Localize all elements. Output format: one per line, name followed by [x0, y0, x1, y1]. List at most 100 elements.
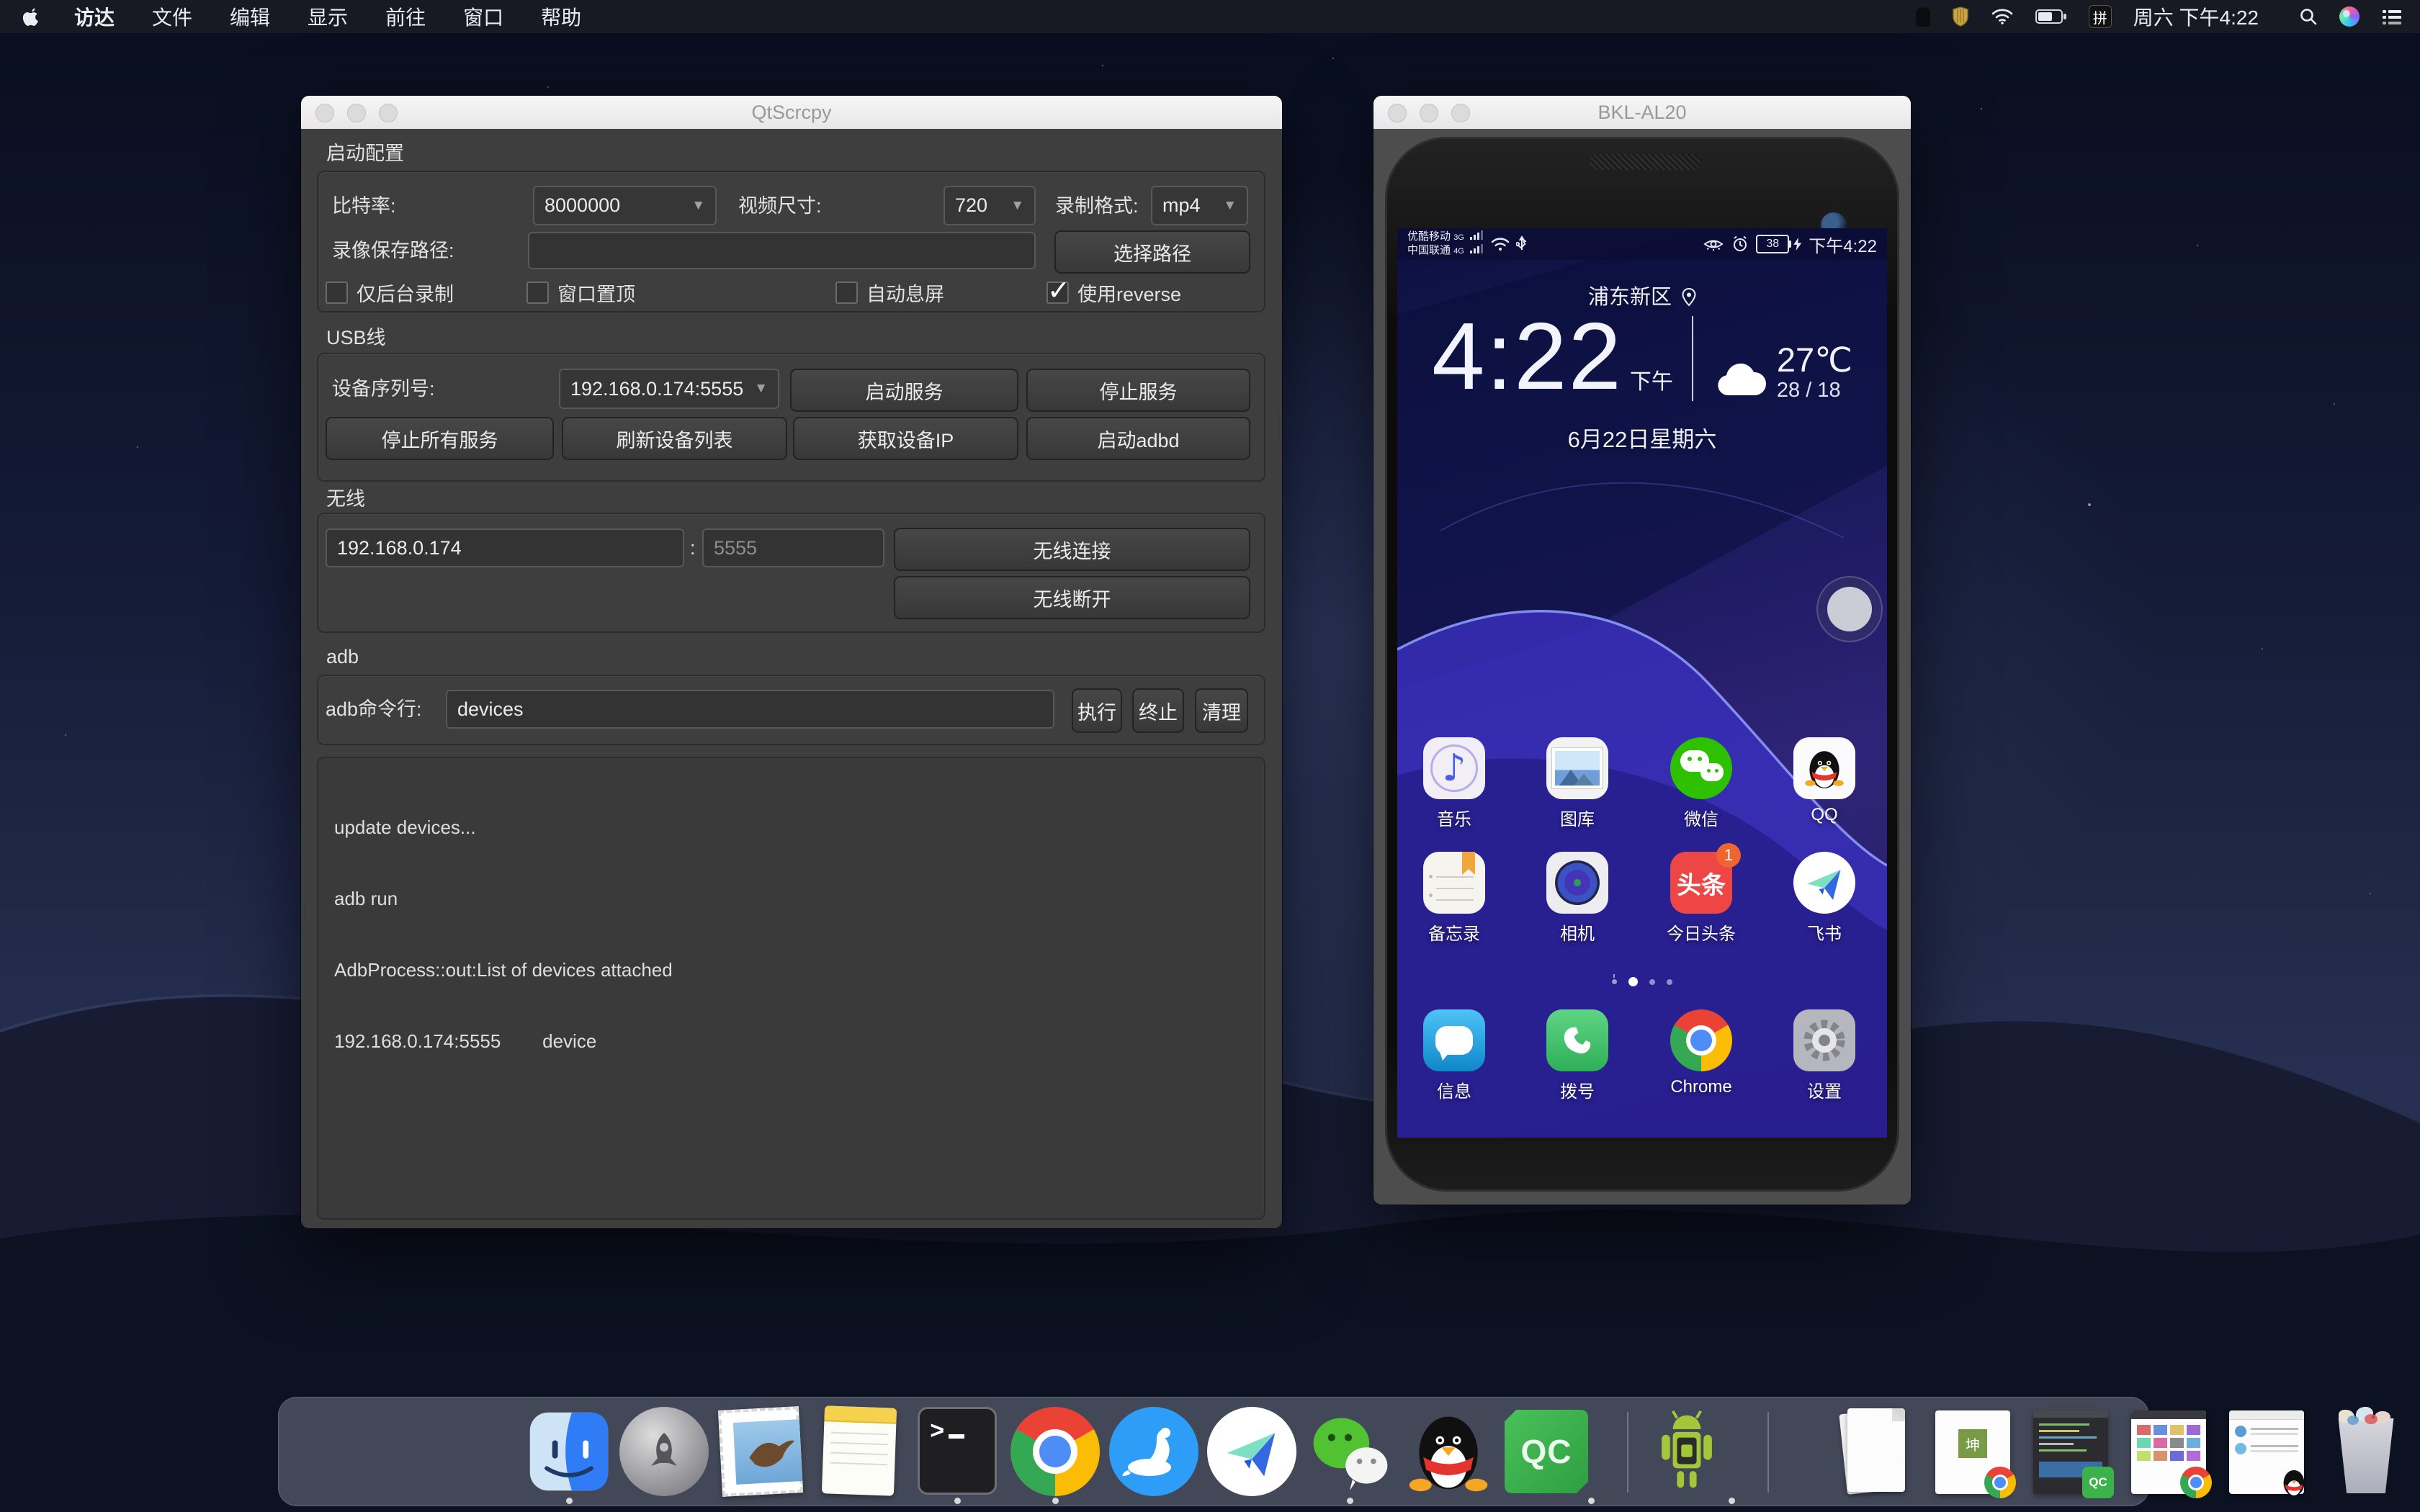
app-feishu[interactable]: 飞书	[1774, 852, 1875, 945]
wireless-ip-input[interactable]	[326, 528, 684, 567]
page-dot	[1649, 979, 1655, 985]
dock-chrome-icon[interactable]	[1010, 1407, 1100, 1496]
notification-badge: 1	[1716, 843, 1741, 868]
notification-app-icon[interactable]	[1916, 7, 1930, 27]
phone-titlebar[interactable]: BKL-AL20	[1373, 96, 1911, 130]
phone-speaker	[1590, 154, 1701, 170]
menu-item-view[interactable]: 显示	[289, 0, 367, 33]
alarm-icon	[1731, 235, 1749, 253]
dock-minimized-browser-window[interactable]	[2131, 1410, 2206, 1494]
terminate-button[interactable]: 终止	[1132, 688, 1184, 733]
choose-path-button[interactable]: 选择路径	[1054, 230, 1250, 274]
wireless-disconnect-button[interactable]: 无线断开	[894, 576, 1250, 619]
search-icon[interactable]	[2299, 7, 2318, 26]
dock-app-messages[interactable]: 信息	[1404, 1009, 1505, 1102]
get-device-ip-button[interactable]: 获取设备IP	[793, 417, 1018, 460]
wireless-connect-button[interactable]: 无线连接	[894, 528, 1250, 571]
app-label: 今日头条	[1651, 919, 1752, 945]
toutiao-glyph: 头条	[1677, 865, 1726, 901]
apple-menu[interactable]	[0, 0, 55, 33]
menu-item-finder[interactable]: 访达	[55, 0, 133, 33]
dock-notes-icon[interactable]	[815, 1407, 904, 1496]
checkbox-window-on-top[interactable]: 窗口置顶	[526, 279, 635, 307]
wireless-port-input[interactable]	[702, 528, 884, 567]
adb-log-output[interactable]: update devices... adb run AdbProcess::ou…	[317, 757, 1265, 1220]
phone-bezel: 优酷移动 3G 中国联通 4G	[1385, 137, 1899, 1192]
stop-service-button[interactable]: 停止服务	[1026, 369, 1250, 412]
assistive-touch-ball[interactable]	[1816, 576, 1883, 642]
close-button[interactable]	[315, 104, 334, 122]
serial-combo[interactable]: 192.168.0.174:5555▼	[559, 369, 779, 409]
dock-trash-icon[interactable]	[2321, 1407, 2411, 1496]
dock-finder-icon[interactable]	[524, 1407, 614, 1496]
dock-minimized-qq-window[interactable]	[2229, 1410, 2304, 1494]
app-camera[interactable]: 相机	[1527, 852, 1628, 945]
stop-all-services-button[interactable]: 停止所有服务	[326, 417, 554, 460]
dock-scrcpy-android-icon[interactable]	[1642, 1407, 1731, 1496]
menubar-clock[interactable]: 周六 下午4:22	[2133, 2, 2259, 31]
checkbox-background-record[interactable]: 仅后台录制	[326, 279, 454, 307]
app-gallery[interactable]: 图库	[1527, 737, 1628, 830]
menu-item-help[interactable]: 帮助	[522, 0, 600, 33]
dock-documents-stack[interactable]	[1830, 1407, 1919, 1496]
video-size-combo[interactable]: 720▼	[944, 186, 1036, 225]
assistant-dot	[1612, 979, 1617, 984]
dock-minimized-code-window[interactable]: QC	[2033, 1410, 2108, 1494]
dock-app-chrome[interactable]: Chrome	[1651, 1009, 1752, 1097]
qtscrcpy-titlebar[interactable]: QtScrcpy	[301, 96, 1282, 130]
close-button[interactable]	[1388, 104, 1407, 122]
input-method-icon[interactable]: 拼	[2089, 5, 2112, 28]
dock-minimized-chrome-window[interactable]: 坤	[1935, 1410, 2010, 1494]
wifi-icon[interactable]	[1991, 8, 2014, 25]
record-path-input[interactable]	[528, 232, 1036, 269]
siri-icon[interactable]	[2339, 6, 2360, 27]
execute-button[interactable]: 执行	[1072, 688, 1122, 733]
dock-mail-icon[interactable]	[716, 1407, 805, 1496]
app-notes[interactable]: 备忘录	[1404, 852, 1505, 945]
clock-widget[interactable]: 4:22 下午 27℃ 28 / 18	[1397, 306, 1887, 407]
menu-item-file[interactable]: 文件	[133, 0, 211, 33]
serial-label: 设备序列号:	[332, 369, 435, 409]
app-music[interactable]: ♪ 音乐	[1404, 737, 1505, 830]
dock-feishu-icon[interactable]	[1207, 1407, 1296, 1496]
notification-center-icon[interactable]	[2381, 8, 2403, 25]
dock-seal-app-icon[interactable]	[1109, 1407, 1198, 1496]
dock-app-dialer[interactable]: 拨号	[1527, 1009, 1628, 1102]
clock-meridiem: 下午	[1630, 364, 1673, 395]
checkbox-auto-screen-off[interactable]: 自动息屏	[835, 279, 944, 307]
app-toutiao[interactable]: 头条 1 今日头条	[1651, 852, 1752, 945]
minimize-button[interactable]	[1420, 104, 1438, 122]
dock-qtcreator-icon[interactable]: QC	[1502, 1407, 1591, 1496]
record-format-combo[interactable]: mp4▼	[1151, 186, 1248, 225]
refresh-devices-button[interactable]: 刷新设备列表	[562, 417, 787, 460]
start-adbd-button[interactable]: 启动adbd	[1026, 417, 1250, 460]
photo-icon	[1552, 748, 1603, 788]
minimize-button[interactable]	[347, 104, 366, 122]
shield-icon[interactable]	[1952, 6, 1969, 27]
wireless-section-label: 无线	[326, 483, 365, 511]
qc-glyph: QC	[1521, 1432, 1572, 1471]
bitrate-combo[interactable]: 8000000▼	[533, 186, 717, 225]
menu-item-window[interactable]: 窗口	[444, 0, 522, 33]
dock-wechat-icon[interactable]	[1305, 1407, 1394, 1496]
checkbox-use-reverse[interactable]: 使用reverse	[1047, 279, 1181, 307]
phone-screen[interactable]: 优酷移动 3G 中国联通 4G	[1397, 228, 1887, 1138]
status-right: 38 下午4:22	[1703, 232, 1877, 257]
start-service-button[interactable]: 启动服务	[790, 369, 1018, 412]
usb-section-label: USB线	[326, 322, 386, 350]
menu-item-go[interactable]: 前往	[367, 0, 444, 33]
zoom-button[interactable]	[1451, 104, 1470, 122]
zoom-button[interactable]	[379, 104, 398, 122]
dock-app-settings[interactable]: 设置	[1774, 1009, 1875, 1102]
dock-terminal-icon[interactable]: >	[913, 1407, 1002, 1496]
app-qq[interactable]: QQ	[1774, 737, 1875, 825]
clear-button[interactable]: 清理	[1195, 688, 1248, 733]
menu-item-edit[interactable]: 编辑	[211, 0, 289, 33]
dock-launchpad-icon[interactable]	[619, 1407, 709, 1496]
phone-battery: 38	[1756, 235, 1801, 253]
dock-qq-icon[interactable]	[1404, 1407, 1493, 1496]
chrome-icon	[1670, 1009, 1732, 1071]
app-wechat[interactable]: 微信	[1651, 737, 1752, 830]
battery-icon[interactable]	[2035, 8, 2067, 25]
adb-cmd-input[interactable]	[446, 690, 1054, 729]
